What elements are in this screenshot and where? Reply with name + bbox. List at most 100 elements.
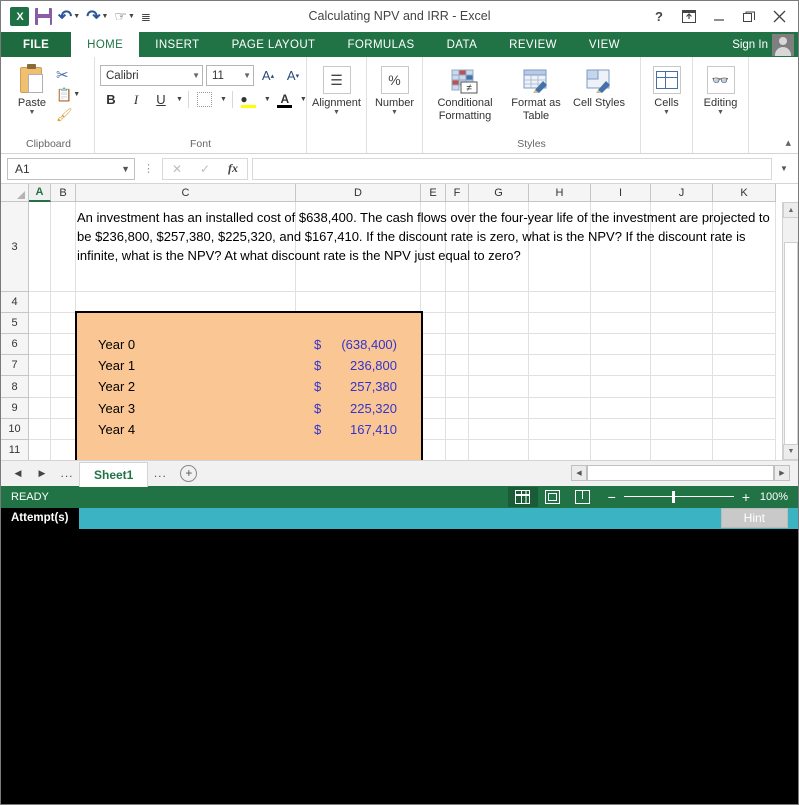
- cell-A11[interactable]: [29, 440, 51, 460]
- sign-in-area[interactable]: Sign In: [732, 32, 798, 57]
- page-break-preview-icon[interactable]: [568, 487, 598, 507]
- cell-A4[interactable]: [29, 292, 51, 313]
- column-header-e[interactable]: E: [421, 184, 446, 202]
- cancel-formula-icon[interactable]: ✕: [163, 159, 191, 179]
- cell-styles-button[interactable]: Cell Styles: [570, 64, 628, 110]
- vertical-scroll-thumb[interactable]: [784, 242, 798, 460]
- previous-sheet-icon[interactable]: ◀: [7, 463, 29, 483]
- cell-H4[interactable]: [529, 292, 591, 313]
- enter-formula-icon[interactable]: ✓: [191, 159, 219, 179]
- next-sheet-icon[interactable]: ▶: [31, 463, 53, 483]
- cell-I6[interactable]: [591, 334, 651, 355]
- font-size-combo[interactable]: 11 ▼: [206, 65, 254, 86]
- close-icon[interactable]: [764, 4, 794, 30]
- decrease-font-size-icon[interactable]: A ▾: [282, 65, 304, 86]
- cell-I8[interactable]: [591, 376, 651, 398]
- column-header-k[interactable]: K: [713, 184, 776, 202]
- cell-E9[interactable]: [421, 398, 446, 419]
- row-header-5[interactable]: 5: [1, 313, 29, 334]
- alignment-button[interactable]: ☰ Alignment ▼: [312, 62, 361, 116]
- cell-B9[interactable]: [51, 398, 76, 419]
- tab-page-layout[interactable]: PAGE LAYOUT: [216, 32, 332, 57]
- column-header-g[interactable]: G: [469, 184, 529, 202]
- cell-H7[interactable]: [529, 355, 591, 376]
- cell-K11[interactable]: [713, 440, 776, 460]
- zoom-in-button[interactable]: +: [742, 490, 750, 504]
- conditional-formatting-button[interactable]: ≠ Conditional Formatting: [428, 64, 502, 122]
- cell-E4[interactable]: [421, 292, 446, 313]
- cell-I9[interactable]: [591, 398, 651, 419]
- page-layout-view-icon[interactable]: [538, 487, 568, 507]
- tab-data[interactable]: DATA: [431, 32, 494, 57]
- cell-B4[interactable]: [51, 292, 76, 313]
- cell-K10[interactable]: [713, 419, 776, 440]
- cell-F10[interactable]: [446, 419, 469, 440]
- cell-F4[interactable]: [446, 292, 469, 313]
- editing-button[interactable]: 👓 Editing ▼: [698, 62, 743, 116]
- cell-J8[interactable]: [651, 376, 713, 398]
- sheet-tab-sheet1[interactable]: Sheet1: [79, 461, 149, 487]
- increase-font-size-icon[interactable]: A ▴: [257, 65, 279, 86]
- cell-K4[interactable]: [713, 292, 776, 313]
- row-header-8[interactable]: 8: [1, 376, 29, 398]
- cell-I10[interactable]: [591, 419, 651, 440]
- customize-qat-icon[interactable]: ≣: [138, 5, 154, 29]
- cell-B8[interactable]: [51, 376, 76, 398]
- cell-G8[interactable]: [469, 376, 529, 398]
- name-box[interactable]: A1 ▼: [7, 157, 135, 180]
- row-header-10[interactable]: 10: [1, 419, 29, 440]
- tab-home[interactable]: HOME: [71, 32, 140, 57]
- cell-J10[interactable]: [651, 419, 713, 440]
- row-header-9[interactable]: 9: [1, 398, 29, 419]
- zoom-slider[interactable]: [623, 490, 734, 503]
- sheet-overflow-right[interactable]: ...: [148, 466, 172, 480]
- copy-button[interactable]: 📋 ▼: [56, 85, 80, 104]
- cell-B6[interactable]: [51, 334, 76, 355]
- save-icon[interactable]: [32, 5, 55, 29]
- cell-J5[interactable]: [651, 313, 713, 334]
- cell-K6[interactable]: [713, 334, 776, 355]
- cell-A9[interactable]: [29, 398, 51, 419]
- number-button[interactable]: % Number ▼: [372, 62, 417, 116]
- tab-insert[interactable]: INSERT: [139, 32, 215, 57]
- sheet-overflow-left[interactable]: ...: [55, 466, 79, 480]
- cell-E11[interactable]: [421, 440, 446, 460]
- cell-B7[interactable]: [51, 355, 76, 376]
- underline-button[interactable]: U: [150, 89, 172, 110]
- cell-H11[interactable]: [529, 440, 591, 460]
- fill-color-button[interactable]: ●: [238, 89, 260, 110]
- cell-K8[interactable]: [713, 376, 776, 398]
- column-header-c[interactable]: C: [76, 184, 296, 202]
- cell-B3[interactable]: [51, 202, 76, 292]
- cell-G4[interactable]: [469, 292, 529, 313]
- row-header-11[interactable]: 11: [1, 440, 29, 460]
- cell-C4[interactable]: [76, 292, 296, 313]
- cell-G5[interactable]: [469, 313, 529, 334]
- tab-view[interactable]: VIEW: [573, 32, 636, 57]
- column-header-f[interactable]: F: [446, 184, 469, 202]
- cell-A6[interactable]: [29, 334, 51, 355]
- cell-D4[interactable]: [296, 292, 421, 313]
- undo-icon[interactable]: ↶ ▼: [55, 5, 83, 29]
- font-color-button[interactable]: A: [274, 89, 296, 110]
- cell-J7[interactable]: [651, 355, 713, 376]
- cell-I5[interactable]: [591, 313, 651, 334]
- expand-formula-bar-icon[interactable]: ▼: [776, 158, 792, 180]
- cell-G10[interactable]: [469, 419, 529, 440]
- scroll-down-icon[interactable]: ▼: [783, 443, 798, 460]
- cell-G7[interactable]: [469, 355, 529, 376]
- hint-button[interactable]: Hint: [720, 508, 788, 528]
- scroll-up-icon[interactable]: ▲: [783, 202, 798, 218]
- cell-G6[interactable]: [469, 334, 529, 355]
- cells-button[interactable]: Cells ▼: [646, 62, 687, 116]
- horizontal-scrollbar[interactable]: ◀ ▶: [571, 465, 798, 481]
- scroll-left-icon[interactable]: ◀: [571, 465, 587, 481]
- italic-button[interactable]: I: [125, 89, 147, 110]
- cell-H10[interactable]: [529, 419, 591, 440]
- column-header-b[interactable]: B: [51, 184, 76, 202]
- restore-icon[interactable]: [734, 4, 764, 30]
- cell-B10[interactable]: [51, 419, 76, 440]
- collapse-ribbon-icon[interactable]: ▴: [785, 136, 791, 149]
- cell-F7[interactable]: [446, 355, 469, 376]
- tab-formulas[interactable]: FORMULAS: [331, 32, 430, 57]
